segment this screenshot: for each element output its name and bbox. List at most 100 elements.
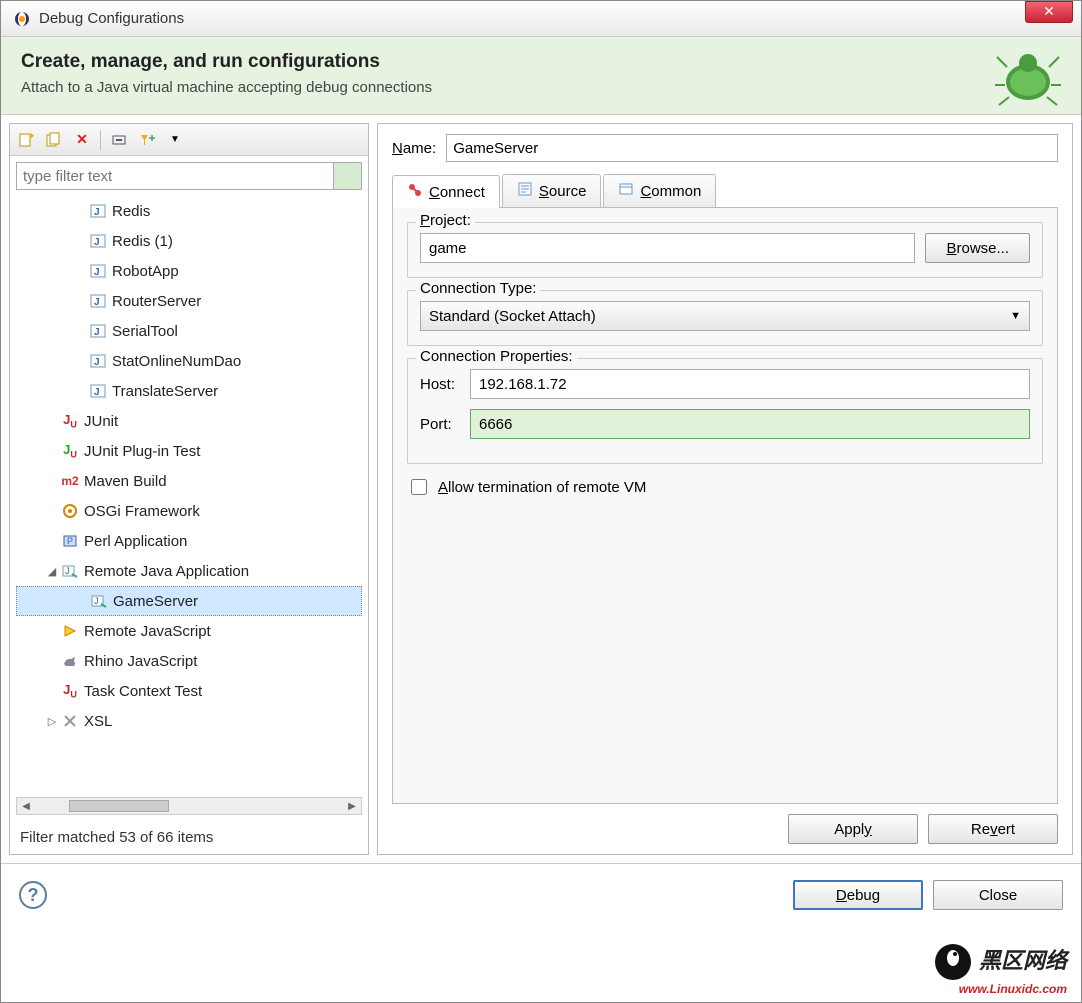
tree-item-label: Perl Application xyxy=(84,533,187,550)
eclipse-icon xyxy=(13,10,31,28)
host-input[interactable] xyxy=(470,369,1030,399)
svg-text:J: J xyxy=(94,297,100,308)
header-heading: Create, manage, and run configurations xyxy=(21,51,1061,73)
delete-config-icon[interactable]: ✕ xyxy=(70,128,94,152)
svg-text:J: J xyxy=(94,387,100,398)
tree-item[interactable]: JUTask Context Test xyxy=(16,676,362,706)
config-tree[interactable]: JRedisJRedis (1)JRobotAppJRouterServerJS… xyxy=(16,196,362,797)
tree-item[interactable]: JRedis (1) xyxy=(16,226,362,256)
tree-item-label: SerialTool xyxy=(112,323,178,340)
java-config-icon: J xyxy=(88,293,108,309)
chevron-down-icon: ▼ xyxy=(1010,310,1021,322)
tree-item[interactable]: PPerl Application xyxy=(16,526,362,556)
svg-text:J: J xyxy=(94,596,99,606)
dropdown-arrow-icon[interactable]: ▼ xyxy=(163,128,187,152)
tree-item[interactable]: JRouterServer xyxy=(16,286,362,316)
tree-item[interactable]: Remote JavaScript xyxy=(16,616,362,646)
connection-type-select[interactable]: Standard (Socket Attach) ▼ xyxy=(420,301,1030,331)
maven-icon: m2 xyxy=(60,474,80,488)
window-title: Debug Configurations xyxy=(39,10,184,27)
project-group-title: Project: xyxy=(416,212,475,229)
window-close-button[interactable]: ✕ xyxy=(1025,1,1073,23)
tree-item-label: Remote JavaScript xyxy=(84,623,211,640)
duplicate-config-icon[interactable] xyxy=(42,128,66,152)
tab-label: Source xyxy=(539,183,587,200)
revert-button[interactable]: Revert xyxy=(928,814,1058,844)
browse-button[interactable]: Browse... xyxy=(925,233,1030,263)
tree-item[interactable]: JRedis xyxy=(16,196,362,226)
tree-item[interactable]: JTranslateServer xyxy=(16,376,362,406)
tree-item-label: Rhino JavaScript xyxy=(84,653,197,670)
tree-item-label: Task Context Test xyxy=(84,683,202,700)
name-input[interactable] xyxy=(446,134,1058,162)
tree-item[interactable]: Rhino JavaScript xyxy=(16,646,362,676)
scroll-thumb[interactable] xyxy=(69,800,169,812)
tree-item-label: Maven Build xyxy=(84,473,167,490)
debug-button[interactable]: Debug xyxy=(793,880,923,910)
config-tabs: Connect Source Common xyxy=(392,174,1058,208)
dialog-footer: ? Debug Close xyxy=(1,863,1081,926)
tab-label: Connect xyxy=(429,184,485,201)
filter-status: Filter matched 53 of 66 items xyxy=(10,821,368,854)
bug-icon xyxy=(993,47,1063,112)
filter-box xyxy=(16,162,362,190)
tree-item-label: JUnit Plug-in Test xyxy=(84,443,200,460)
connection-type-group: Connection Type: Standard (Socket Attach… xyxy=(407,290,1043,346)
tree-item-label: StatOnlineNumDao xyxy=(112,353,241,370)
collapse-all-icon[interactable] xyxy=(107,128,131,152)
tree-item[interactable]: m2 Maven Build xyxy=(16,466,362,496)
tree-item[interactable]: OSGi Framework xyxy=(16,496,362,526)
tab-connect[interactable]: Connect xyxy=(392,175,500,208)
tree-item[interactable]: ▷XSL xyxy=(16,706,362,736)
tree-item[interactable]: J StatOnlineNumDao xyxy=(16,346,362,376)
configurations-panel: ✦ ✕ ▼ JRedisJRedis (1)JRobotAppJRouterSe… xyxy=(9,123,369,855)
close-button[interactable]: Close xyxy=(933,880,1063,910)
filter-clear-button[interactable] xyxy=(334,162,362,190)
tree-item-label: GameServer xyxy=(113,593,198,610)
connect-tab-icon xyxy=(407,182,423,202)
horizontal-scrollbar[interactable]: ◀ ▶ xyxy=(16,797,362,815)
project-input[interactable] xyxy=(420,233,915,263)
common-tab-icon xyxy=(618,181,634,201)
dialog-header: Create, manage, and run configurations A… xyxy=(1,37,1081,115)
scroll-left-arrow-icon[interactable]: ◀ xyxy=(17,801,35,812)
junit-plugin-icon: JU xyxy=(60,442,80,460)
tree-item-label: JUnit xyxy=(84,413,118,430)
tree-item[interactable]: JSerialTool xyxy=(16,316,362,346)
filter-input[interactable] xyxy=(16,162,334,190)
apply-button[interactable]: Apply xyxy=(788,814,918,844)
help-icon[interactable]: ? xyxy=(19,881,47,909)
osgi-icon xyxy=(60,503,80,519)
tree-item-label: Remote Java Application xyxy=(84,563,249,580)
tree-expand-icon[interactable]: ◢ xyxy=(44,565,60,578)
connect-tab-body: Project: Browse... Connection Type: Stan… xyxy=(392,208,1058,804)
svg-text:J: J xyxy=(94,357,100,368)
tab-label: Common xyxy=(640,183,701,200)
allow-termination-label: Allow termination of remote VM xyxy=(438,479,646,496)
new-config-icon[interactable]: ✦ xyxy=(14,128,38,152)
tab-common[interactable]: Common xyxy=(603,174,716,207)
tree-item[interactable]: J GameServer xyxy=(16,586,362,616)
tab-source[interactable]: Source xyxy=(502,174,602,207)
tree-item[interactable]: JRobotApp xyxy=(16,256,362,286)
tree-item[interactable]: JUJUnit xyxy=(16,406,362,436)
tree-expand-icon[interactable]: ▷ xyxy=(44,715,60,728)
connection-properties-group: Connection Properties: Host: Port: xyxy=(407,358,1043,464)
port-input[interactable] xyxy=(470,409,1030,439)
config-tree-wrap: JRedisJRedis (1)JRobotAppJRouterServerJS… xyxy=(16,196,362,797)
java-config-icon: J xyxy=(88,323,108,339)
source-tab-icon xyxy=(517,181,533,201)
tree-item-label: RobotApp xyxy=(112,263,179,280)
remote-js-icon xyxy=(60,623,80,639)
connection-properties-title: Connection Properties: xyxy=(416,348,577,365)
rhino-icon xyxy=(60,653,80,669)
perl-icon: P xyxy=(60,533,80,549)
filter-icon[interactable] xyxy=(135,128,159,152)
junit-icon: JU xyxy=(60,412,80,430)
watermark: 黑区网络 www.Linuxidc.com xyxy=(933,942,1067,996)
scroll-right-arrow-icon[interactable]: ▶ xyxy=(343,801,361,812)
host-label: Host: xyxy=(420,376,470,393)
allow-termination-checkbox[interactable] xyxy=(411,479,427,495)
tree-item[interactable]: JUJUnit Plug-in Test xyxy=(16,436,362,466)
tree-item[interactable]: ◢JRemote Java Application xyxy=(16,556,362,586)
